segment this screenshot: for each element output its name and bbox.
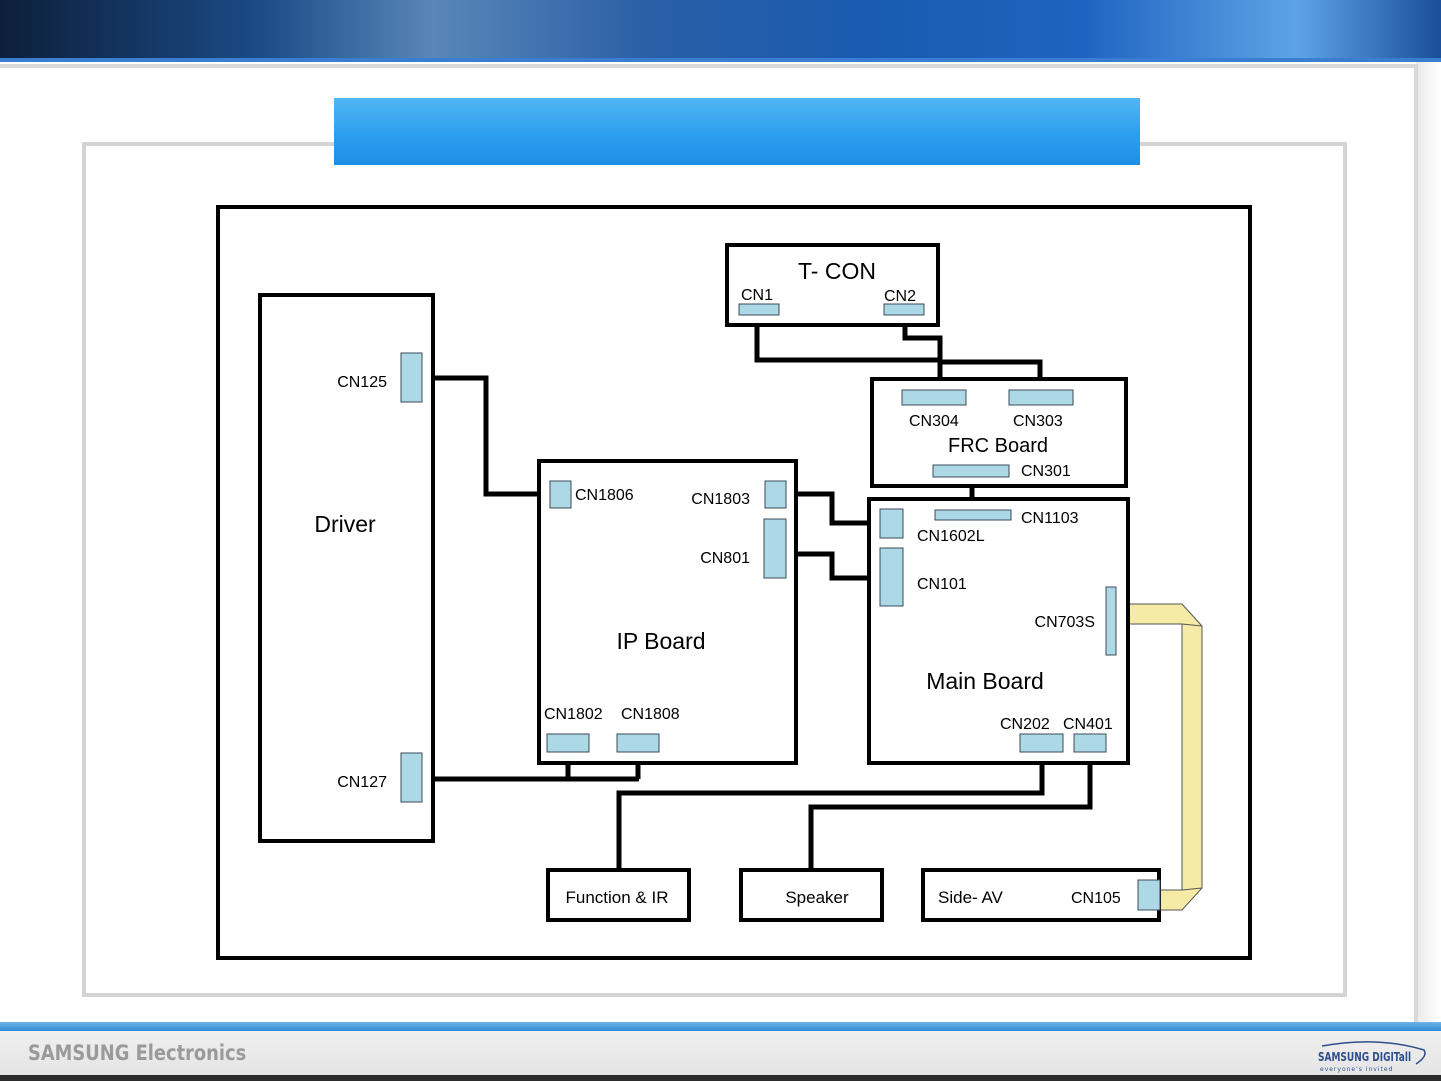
logo-tagline: everyone's invited: [1320, 1066, 1394, 1073]
connector-cn703s: [1105, 586, 1117, 656]
cn1808-label: CN1808: [621, 706, 680, 723]
cn2-label: CN2: [884, 288, 916, 305]
connector-cn1602l: [879, 508, 904, 539]
footer-bottom-bar: [0, 1075, 1441, 1081]
connector-cn1806: [549, 480, 572, 509]
function-ir-label: Function & IR: [566, 888, 669, 907]
connector-cn1803: [764, 480, 787, 509]
cn301-label: CN301: [1021, 463, 1071, 480]
connector-cn125: [400, 352, 423, 403]
cn1803-label: CN1803: [691, 491, 750, 508]
cn1602l-label: CN1602L: [917, 528, 985, 545]
cn202-label: CN202: [1000, 716, 1050, 733]
cn304-label: CN304: [909, 413, 959, 430]
footer: SAMSUNG Electronics SAMSUNG DIGITall eve…: [0, 1022, 1441, 1081]
connector-cn1802: [546, 733, 590, 753]
cn101-label: CN101: [917, 576, 967, 593]
connector-cn303: [1008, 389, 1074, 406]
ip-board-label: IP Board: [616, 628, 705, 654]
driver-label: Driver: [314, 511, 376, 537]
cn1806-label: CN1806: [575, 487, 634, 504]
cn127-label: CN127: [337, 774, 387, 791]
cn1-label: CN1: [741, 287, 773, 304]
connector-cn2: [883, 303, 925, 316]
connector-cn401: [1073, 733, 1107, 753]
connector-cn304: [901, 389, 967, 406]
samsung-digitall-logo: SAMSUNG DIGITall everyone's invited: [1318, 1040, 1428, 1076]
connector-cn127: [400, 752, 423, 803]
connector-cn202: [1019, 733, 1064, 753]
connection-diagram: Driver IP Board Main Board FRC Board T- …: [216, 205, 1252, 960]
cn105-label: CN105: [1071, 890, 1121, 907]
main-board-label: Main Board: [926, 668, 1044, 694]
footer-company-name: SAMSUNG Electronics: [28, 1041, 247, 1065]
cn801-label: CN801: [700, 550, 750, 567]
connector-cn1: [738, 303, 780, 316]
logo-main-text: SAMSUNG DIGITall: [1318, 1050, 1412, 1064]
connector-cn1808: [616, 733, 660, 753]
connector-cn801: [763, 518, 787, 579]
connector-cn1103: [934, 509, 1012, 521]
tcon-label: T- CON: [798, 258, 876, 284]
speaker-label: Speaker: [785, 888, 849, 907]
cn703s-label: CN703S: [1035, 614, 1095, 631]
connector-cn301: [932, 464, 1010, 478]
footer-stripe: [0, 1022, 1441, 1031]
cn125-label: CN125: [337, 374, 387, 391]
connector-cn101: [879, 547, 904, 607]
cn1103-label: CN1103: [1021, 510, 1079, 527]
frc-board-label: FRC Board: [948, 435, 1048, 457]
cn401-label: CN401: [1063, 716, 1113, 733]
side-av-label: Side- AV: [938, 888, 1004, 907]
cn303-label: CN303: [1013, 413, 1063, 430]
connector-cn105: [1137, 879, 1161, 911]
cn1802-label: CN1802: [544, 706, 603, 723]
